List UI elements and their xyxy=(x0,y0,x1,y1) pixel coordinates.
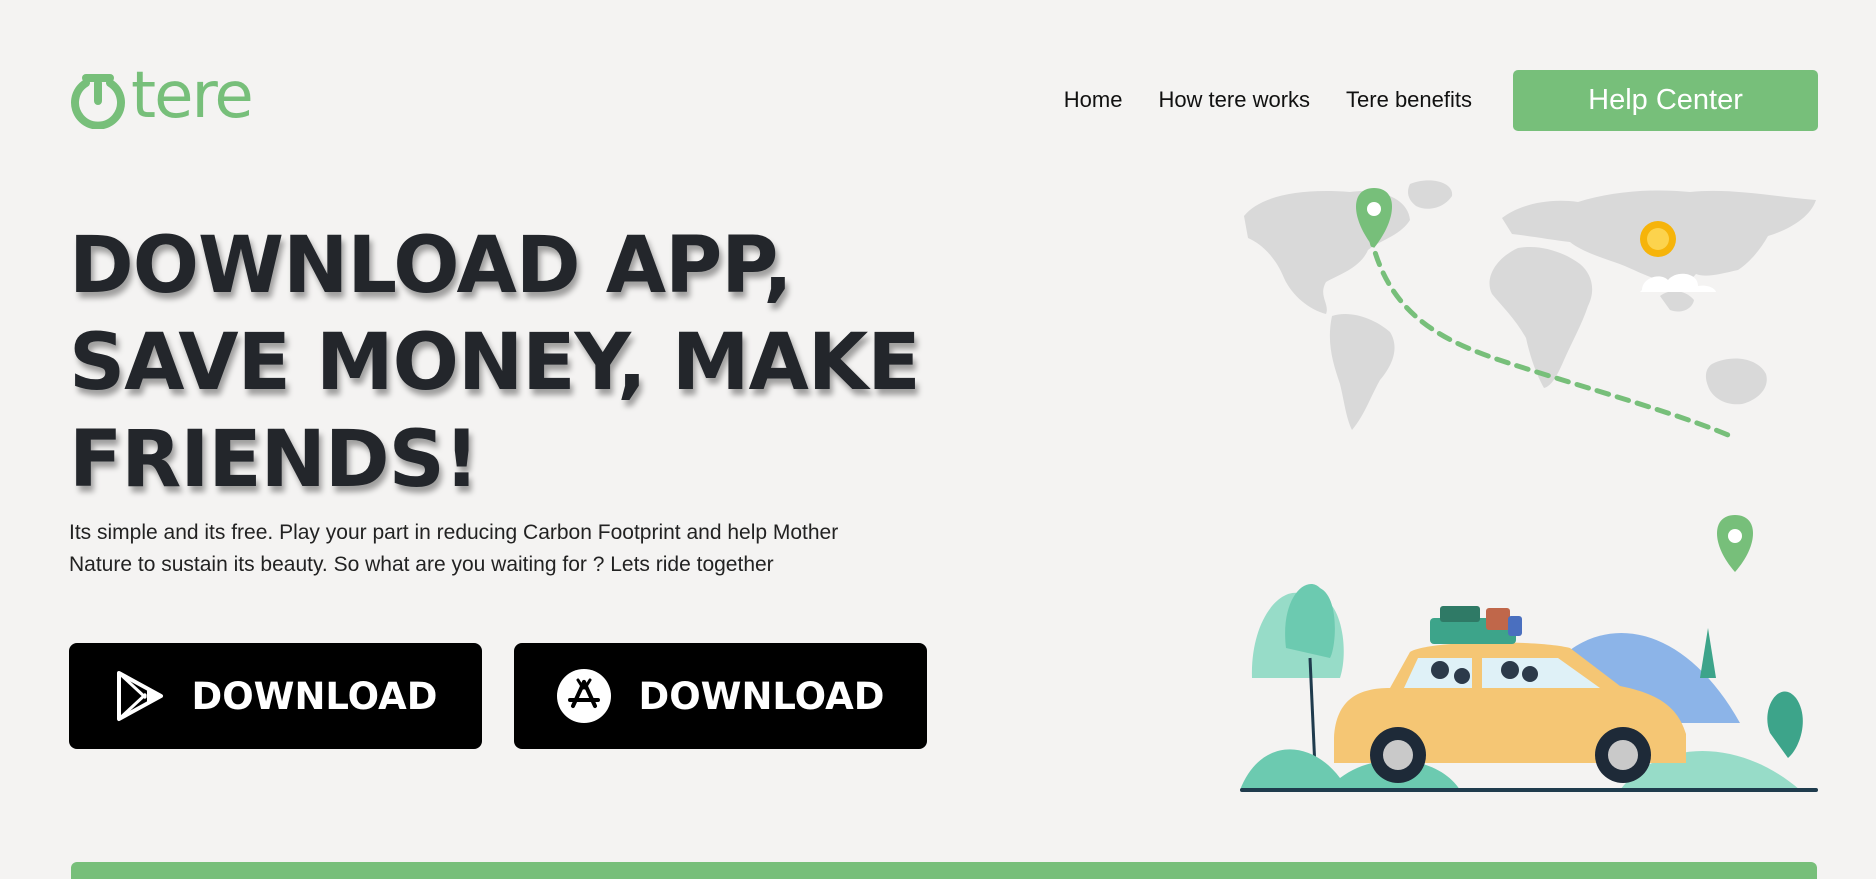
car-illustration xyxy=(1334,606,1686,783)
app-store-download-button[interactable]: DOWNLOAD xyxy=(514,643,927,749)
hero-title: DOWNLOAD APP, SAVE MONEY, MAKE FRIENDS! xyxy=(69,218,949,509)
help-center-button[interactable]: Help Center xyxy=(1513,69,1818,131)
tere-logo[interactable]: tere xyxy=(69,64,254,131)
main-nav: Home How tere works Tere benefits Help C… xyxy=(1064,69,1818,131)
download-label: DOWNLOAD xyxy=(638,674,885,718)
download-label: DOWNLOAD xyxy=(191,674,438,718)
travel-illustration xyxy=(1240,180,1818,792)
section-bar xyxy=(71,862,1817,879)
hero-title-line: SAVE MONEY, MAKE xyxy=(69,318,921,408)
hero-title-line: DOWNLOAD APP, xyxy=(69,221,793,311)
google-play-icon xyxy=(117,671,164,721)
nav-how-tere-works[interactable]: How tere works xyxy=(1158,87,1310,113)
nav-tere-benefits[interactable]: Tere benefits xyxy=(1346,87,1472,113)
sun-icon xyxy=(1640,221,1676,257)
hero-title-line: FRIENDS! xyxy=(69,415,479,505)
google-play-download-button[interactable]: DOWNLOAD xyxy=(69,643,482,749)
nav-home[interactable]: Home xyxy=(1064,87,1123,113)
app-store-icon xyxy=(557,669,612,723)
hero-description-line: Nature to sustain its beauty. So what ar… xyxy=(69,553,774,576)
world-map xyxy=(1244,180,1816,430)
hero-description-line: Its simple and its free. Play your part … xyxy=(69,521,839,544)
location-pin-icon xyxy=(1717,515,1753,572)
site-header: tere Home How tere works Tere benefits H… xyxy=(69,64,1818,131)
logo-text: tere xyxy=(131,59,254,133)
hero-description: Its simple and its free. Play your part … xyxy=(69,517,909,581)
power-icon xyxy=(71,74,125,129)
